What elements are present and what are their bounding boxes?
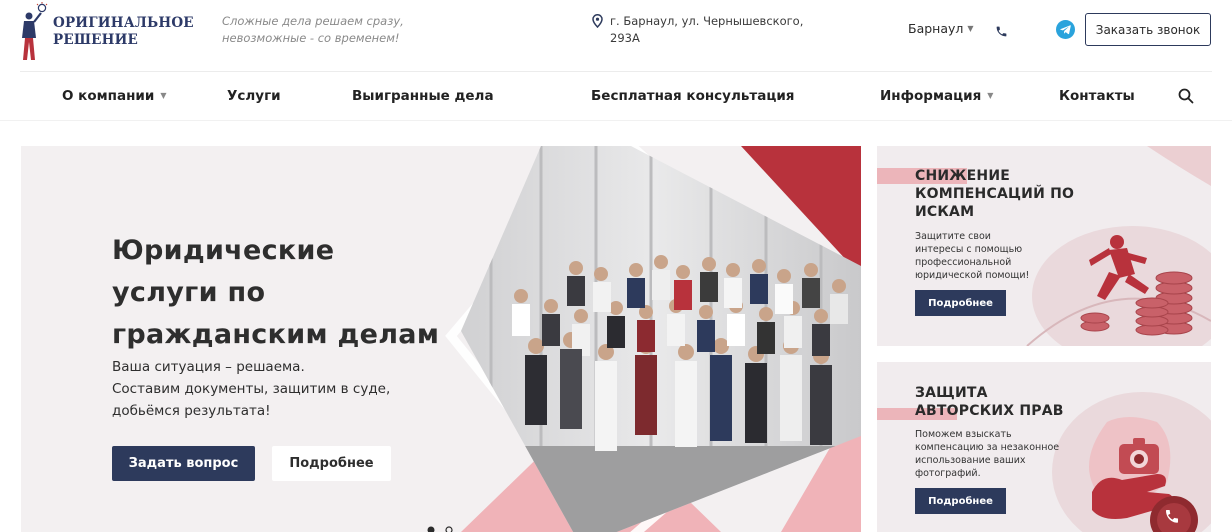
nav-item-label: Контакты xyxy=(1059,88,1135,104)
floating-call-icon[interactable] xyxy=(1149,495,1199,532)
hero-banner: Юридические услуги по гражданским делам … xyxy=(21,146,861,532)
card-title-line-1: ЗАЩИТА xyxy=(915,385,988,401)
logo[interactable]: ОРИГИНАЛЬНОЕ РЕШЕНИЕ xyxy=(18,2,194,64)
card-desc-line-1: Поможем взыскать xyxy=(915,429,1012,440)
card-description: Защитите свои интересы с помощью професс… xyxy=(915,230,1045,282)
logo-text: ОРИГИНАЛЬНОЕ РЕШЕНИЕ xyxy=(53,15,194,49)
telegram-icon[interactable] xyxy=(1056,20,1075,39)
slider-dot-active[interactable] xyxy=(427,526,435,532)
nav-item-about[interactable]: О компании ▼ xyxy=(62,88,167,104)
chevron-down-icon: ▼ xyxy=(160,91,167,100)
hero-subtitle: Ваша ситуация – решаема. Составим докуме… xyxy=(112,356,412,422)
hero-title-line-3: гражданским делам xyxy=(112,319,440,350)
card-desc-line-4: фотографий. xyxy=(915,468,981,479)
main-nav: О компании ▼ Услуги Выигранные дела Беспл… xyxy=(0,72,1232,120)
card-desc-line-1: Защитите свои xyxy=(915,231,991,242)
logo-line-2: РЕШЕНИЕ xyxy=(53,32,139,48)
slider-dot[interactable] xyxy=(445,526,453,532)
chevron-down-icon: ▼ xyxy=(987,91,994,100)
hero-sub-line-2: Составим документы, защитим в суде, xyxy=(112,381,391,397)
slogan-line-2: невозможные - со временем! xyxy=(222,31,400,45)
card-title: ЗАЩИТА АВТОРСКИХ ПРАВ xyxy=(915,384,1115,420)
nav-item-label: Выигранные дела xyxy=(352,88,494,104)
location-pin-icon xyxy=(592,14,603,28)
card-desc-line-4: юридической помощи! xyxy=(915,270,1030,281)
hero-title-line-2: услуги по xyxy=(112,277,266,308)
card-desc-line-2: интересы с помощью xyxy=(915,244,1023,255)
nav-item-label: О компании xyxy=(62,88,155,104)
card-desc-line-3: использование ваших xyxy=(915,455,1026,466)
ask-question-button[interactable]: Задать вопрос xyxy=(112,446,255,481)
order-call-button[interactable]: Заказать звонок xyxy=(1085,13,1211,46)
phone-icon[interactable] xyxy=(995,25,1008,38)
hero-sub-line-3: добьёмся результата! xyxy=(112,403,271,419)
nav-item-label: Услуги xyxy=(227,88,281,104)
card-more-button[interactable]: Подробнее xyxy=(915,488,1006,514)
address-line-2: 293А xyxy=(610,31,640,45)
promo-card-compensation[interactable]: СНИЖЕНИЕ КОМПЕНСАЦИЙ ПО ИСКАМ Защитите с… xyxy=(877,146,1211,346)
card-desc-line-3: профессиональной xyxy=(915,257,1012,268)
nav-item-contacts[interactable]: Контакты xyxy=(1059,88,1135,104)
city-selector[interactable]: Барнаул ▼ xyxy=(908,21,974,36)
slider-dots[interactable] xyxy=(427,526,457,532)
hero-more-button[interactable]: Подробнее xyxy=(272,446,391,481)
hero-title-line-1: Юридические xyxy=(112,235,335,266)
card-more-button[interactable]: Подробнее xyxy=(915,290,1006,316)
hero-sub-line-1: Ваша ситуация – решаема. xyxy=(112,359,305,375)
address-line-1: г. Барнаул, ул. Чернышевского, xyxy=(610,14,804,28)
card-title-line-3: ИСКАМ xyxy=(915,204,975,220)
logo-figure-icon xyxy=(22,2,48,60)
card-title: СНИЖЕНИЕ КОМПЕНСАЦИЙ ПО ИСКАМ xyxy=(915,167,1115,221)
top-header: ОРИГИНАЛЬНОЕ РЕШЕНИЕ Сложные дела решаем… xyxy=(0,0,1232,72)
hero-title: Юридические услуги по гражданским делам xyxy=(112,230,442,356)
nav-divider xyxy=(0,120,1232,121)
nav-item-free-consultation[interactable]: Бесплатная консультация xyxy=(591,88,794,104)
card-title-line-1: СНИЖЕНИЕ xyxy=(915,168,1011,184)
chevron-down-icon: ▼ xyxy=(967,24,974,33)
card-title-line-2: АВТОРСКИХ ПРАВ xyxy=(915,403,1064,419)
nav-item-won-cases[interactable]: Выигранные дела xyxy=(352,88,494,104)
card-desc-line-2: компенсацию за незаконное xyxy=(915,442,1060,453)
nav-item-services[interactable]: Услуги xyxy=(227,88,281,104)
logo-line-1: ОРИГИНАЛЬНОЕ xyxy=(53,15,194,31)
address: г. Барнаул, ул. Чернышевского, 293А xyxy=(592,13,807,47)
nav-item-label: Информация xyxy=(880,88,982,104)
card-description: Поможем взыскать компенсацию за незаконн… xyxy=(915,428,1075,480)
card-title-line-2: КОМПЕНСАЦИЙ ПО xyxy=(915,186,1075,202)
city-label: Барнаул xyxy=(908,21,964,36)
search-icon[interactable] xyxy=(1178,88,1194,104)
slogan-line-1: Сложные дела решаем сразу, xyxy=(222,14,404,28)
nav-item-information[interactable]: Информация ▼ xyxy=(880,88,993,104)
slogan: Сложные дела решаем сразу, невозможные -… xyxy=(222,13,432,47)
nav-item-label: Бесплатная консультация xyxy=(591,88,795,104)
